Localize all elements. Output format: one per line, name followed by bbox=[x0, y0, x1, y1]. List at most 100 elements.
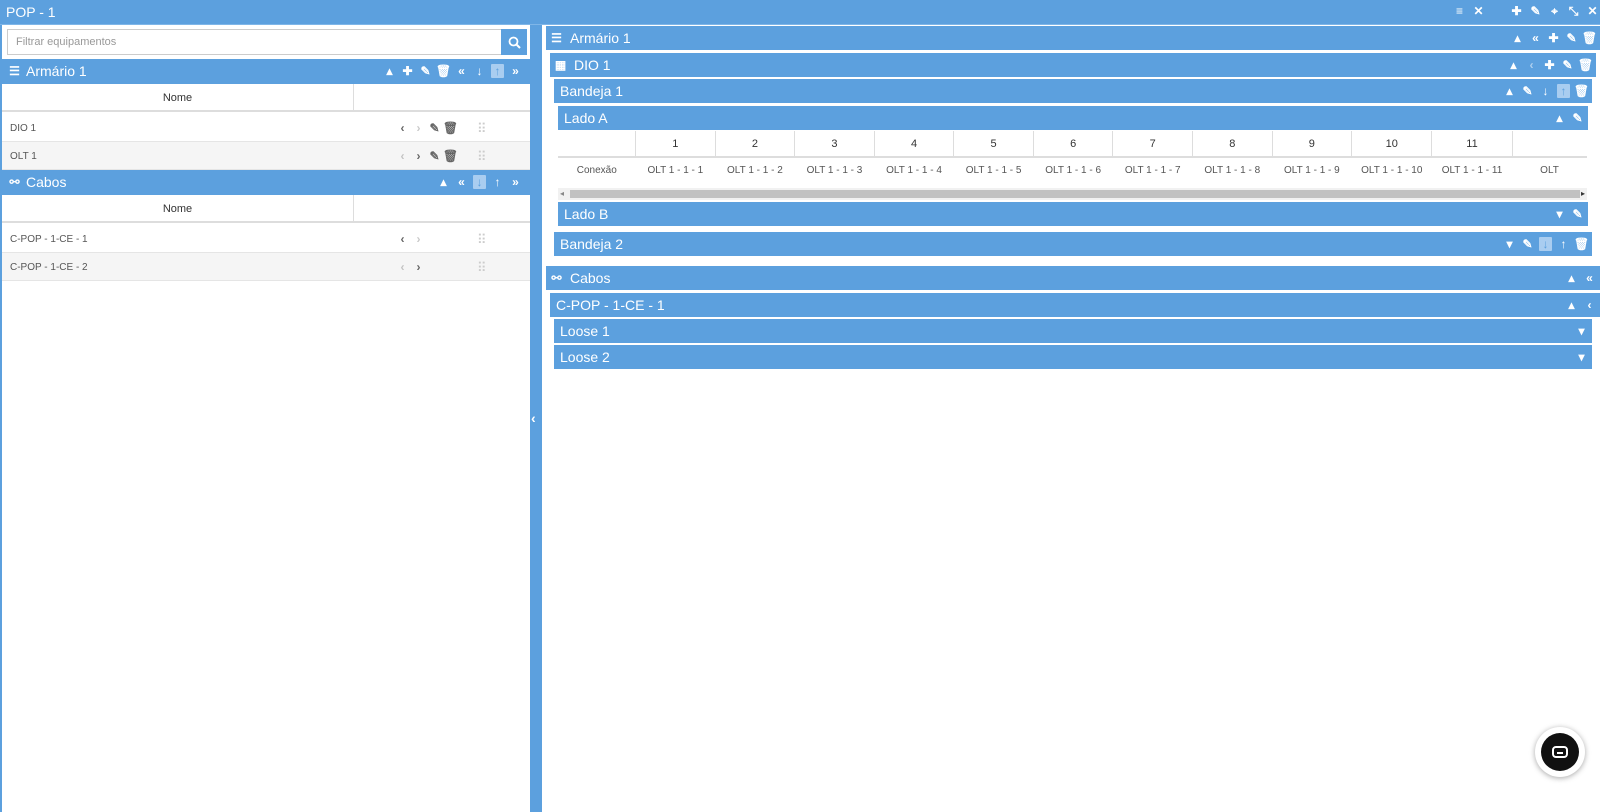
loose1-header[interactable]: Loose 1 ▾ bbox=[554, 319, 1592, 343]
move-down-icon[interactable]: ↓ bbox=[473, 64, 486, 78]
chevron-left-icon[interactable]: ‹ bbox=[396, 260, 409, 274]
drag-handle-icon[interactable]: ⠿ bbox=[477, 232, 487, 248]
add-icon[interactable]: ✚ bbox=[401, 64, 414, 78]
collapse-up-icon[interactable]: ▴ bbox=[1507, 58, 1520, 72]
chevron-right-icon[interactable]: › bbox=[412, 149, 425, 163]
move-first-icon[interactable]: « bbox=[455, 175, 468, 189]
chevron-left-icon[interactable]: ‹ bbox=[1583, 298, 1596, 312]
chevron-left-icon[interactable]: ‹ bbox=[396, 149, 409, 163]
cables-header[interactable]: ⚯ Cabos ▴ « bbox=[546, 266, 1600, 290]
close-x-icon[interactable]: ✕ bbox=[1472, 4, 1485, 18]
move-first-icon[interactable]: « bbox=[455, 64, 468, 78]
edit-icon[interactable]: ✎ bbox=[1571, 207, 1584, 221]
edit-icon[interactable]: ✎ bbox=[1529, 4, 1542, 18]
table-row[interactable]: C-POP - 1-CE - 1 ‹ › ⠿ bbox=[2, 225, 530, 253]
delete-icon[interactable]: 🗑 bbox=[1578, 58, 1593, 72]
port-connection[interactable]: OLT 1 - 1 - 5 bbox=[954, 157, 1034, 183]
expand-down-icon[interactable]: ▾ bbox=[1575, 324, 1588, 338]
tray2-header[interactable]: Bandeja 2 ▾ ✎ ↓ ↑ 🗑 bbox=[554, 232, 1592, 256]
port-connection[interactable]: OLT 1 - 1 - 10 bbox=[1352, 157, 1432, 183]
sideA-header[interactable]: Lado A ▴ ✎ bbox=[558, 106, 1588, 130]
edit-icon[interactable]: ✎ bbox=[1561, 58, 1574, 72]
port-connection[interactable]: OLT 1 - 1 - 11 bbox=[1432, 157, 1512, 183]
chevron-left-icon[interactable]: ‹ bbox=[396, 121, 409, 135]
delete-icon[interactable]: 🗑 bbox=[1582, 31, 1597, 45]
port-connection[interactable]: OLT 1 - 1 - 8 bbox=[1193, 157, 1273, 183]
add-icon[interactable]: ✚ bbox=[1547, 31, 1560, 45]
edit-icon[interactable]: ✎ bbox=[428, 121, 441, 135]
search-button[interactable] bbox=[501, 29, 527, 55]
port-connection[interactable]: OLT 1 - 1 - 1 bbox=[636, 157, 716, 183]
cabinet-header[interactable]: ☰ Armário 1 ▴ « ✚ ✎ 🗑 bbox=[546, 26, 1600, 50]
collapse-up-icon[interactable]: ▴ bbox=[383, 64, 396, 78]
sideB-header[interactable]: Lado B ▾ ✎ bbox=[558, 202, 1588, 226]
table-row[interactable]: OLT 1 ‹ › ✎ 🗑 ⠿ bbox=[2, 142, 530, 170]
drag-handle-icon[interactable]: ⠿ bbox=[477, 260, 487, 276]
collapse-up-icon[interactable]: ▴ bbox=[1553, 111, 1566, 125]
edit-icon[interactable]: ✎ bbox=[428, 149, 441, 163]
port-connection[interactable]: OLT 1 - 1 - 3 bbox=[795, 157, 875, 183]
chevron-left-icon[interactable]: ‹ bbox=[531, 410, 536, 426]
collapse-up-icon[interactable]: ▴ bbox=[1565, 271, 1578, 285]
locate-icon[interactable]: ⌖ bbox=[1548, 4, 1561, 18]
dio-header[interactable]: ▦ DIO 1 ▴ ‹ ✚ ✎ 🗑 bbox=[550, 53, 1596, 77]
table-row[interactable]: C-POP - 1-CE - 2 ‹ › ⠿ bbox=[2, 253, 530, 281]
move-up-icon[interactable]: ↑ bbox=[491, 64, 504, 78]
list-icon[interactable]: ≡ bbox=[1453, 4, 1466, 18]
move-up-icon[interactable]: ↑ bbox=[491, 175, 504, 189]
collapse-up-icon[interactable]: ▴ bbox=[1503, 84, 1516, 98]
move-up-icon[interactable]: ↑ bbox=[1557, 84, 1570, 98]
port-connection[interactable]: OLT 1 - 1 - 9 bbox=[1272, 157, 1352, 183]
add-icon[interactable]: ✚ bbox=[1543, 58, 1556, 72]
edit-icon[interactable]: ✎ bbox=[1565, 31, 1578, 45]
chevron-right-icon[interactable]: › bbox=[412, 121, 425, 135]
chevron-left-icon[interactable]: ‹ bbox=[1525, 58, 1538, 72]
scroll-right-arrow-icon[interactable]: ▸ bbox=[1581, 189, 1585, 198]
scroll-left-arrow-icon[interactable]: ◂ bbox=[560, 189, 564, 198]
search-input[interactable] bbox=[7, 29, 501, 55]
ports-scrollbar[interactable]: ◂ ▸ bbox=[558, 188, 1587, 200]
move-up-icon[interactable]: ↑ bbox=[1557, 237, 1570, 251]
port-connection[interactable]: OLT 1 - 1 - 2 bbox=[715, 157, 795, 183]
port-connection[interactable]: OLT 1 - 1 - 7 bbox=[1113, 157, 1193, 183]
edit-icon[interactable]: ✎ bbox=[1521, 237, 1534, 251]
delete-icon[interactable]: 🗑 bbox=[443, 121, 458, 135]
move-first-icon[interactable]: « bbox=[1583, 271, 1596, 285]
port-connection[interactable]: OLT 1 - 1 - 4 bbox=[874, 157, 954, 183]
cable-header[interactable]: C-POP - 1-CE - 1 ▴ ‹ bbox=[550, 293, 1600, 317]
port-connection[interactable]: OLT 1 - 1 - 6 bbox=[1033, 157, 1113, 183]
edit-icon[interactable]: ✎ bbox=[1571, 111, 1584, 125]
delete-icon[interactable]: 🗑 bbox=[436, 64, 451, 78]
move-last-icon[interactable]: » bbox=[509, 175, 522, 189]
expand-down-icon[interactable]: ▾ bbox=[1553, 207, 1566, 221]
port-connection[interactable]: OLT bbox=[1512, 157, 1587, 183]
move-first-icon[interactable]: « bbox=[1529, 31, 1542, 45]
expand-down-icon[interactable]: ▾ bbox=[1503, 237, 1516, 251]
chevron-left-icon[interactable]: ‹ bbox=[396, 232, 409, 246]
drag-handle-icon[interactable]: ⠿ bbox=[477, 149, 487, 165]
delete-icon[interactable]: 🗑 bbox=[1574, 84, 1589, 98]
move-last-icon[interactable]: » bbox=[509, 64, 522, 78]
collapse-up-icon[interactable]: ▴ bbox=[437, 175, 450, 189]
edit-icon[interactable]: ✎ bbox=[1521, 84, 1534, 98]
chat-widget-button[interactable] bbox=[1535, 727, 1585, 777]
move-down-icon[interactable]: ↓ bbox=[1539, 237, 1552, 251]
collapse-icon[interactable]: ⤡ bbox=[1567, 4, 1580, 18]
collapse-up-icon[interactable]: ▴ bbox=[1565, 298, 1578, 312]
panel-splitter[interactable]: ‹ bbox=[530, 25, 542, 812]
chevron-right-icon[interactable]: › bbox=[412, 232, 425, 246]
close-icon[interactable]: ✕ bbox=[1586, 4, 1599, 18]
loose2-header[interactable]: Loose 2 ▾ bbox=[554, 345, 1592, 369]
add-icon[interactable]: ✚ bbox=[1510, 4, 1523, 18]
move-down-icon[interactable]: ↓ bbox=[473, 175, 486, 189]
drag-handle-icon[interactable]: ⠿ bbox=[477, 121, 487, 137]
expand-down-icon[interactable]: ▾ bbox=[1575, 350, 1588, 364]
tray1-header[interactable]: Bandeja 1 ▴ ✎ ↓ ↑ 🗑 bbox=[554, 79, 1592, 103]
delete-icon[interactable]: 🗑 bbox=[443, 149, 458, 163]
collapse-up-icon[interactable]: ▴ bbox=[1511, 31, 1524, 45]
move-down-icon[interactable]: ↓ bbox=[1539, 84, 1552, 98]
edit-icon[interactable]: ✎ bbox=[419, 64, 432, 78]
chevron-right-icon[interactable]: › bbox=[412, 260, 425, 274]
cables-header[interactable]: ⚯ Cabos ▴ « ↓ ↑ » bbox=[2, 170, 530, 195]
table-row[interactable]: DIO 1 ‹ › ✎ 🗑 ⠿ bbox=[2, 114, 530, 142]
